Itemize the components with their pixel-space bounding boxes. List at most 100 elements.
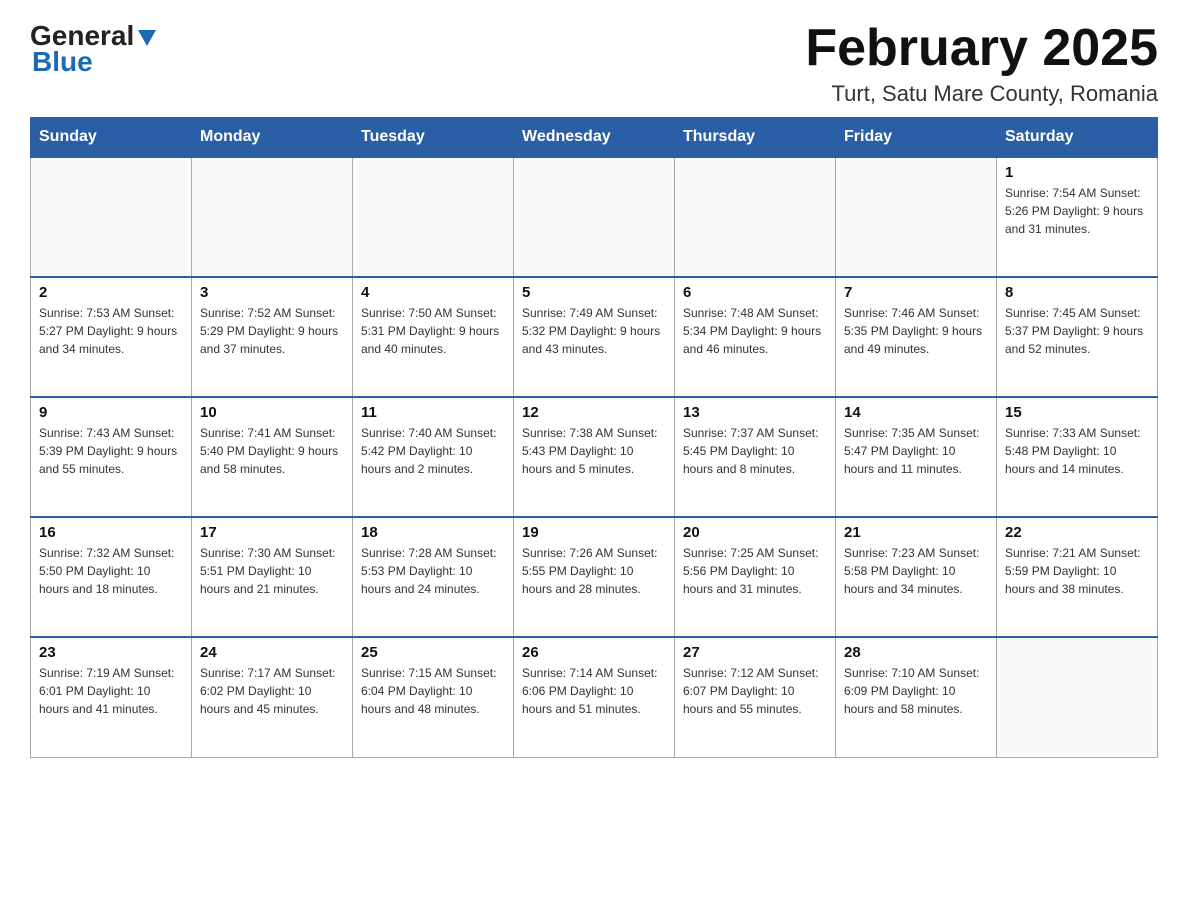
calendar-day-cell: 21 Sunrise: 7:23 AM Sunset: 5:58 PM Dayli… [836, 517, 997, 637]
calendar-day-cell: 4 Sunrise: 7:50 AM Sunset: 5:31 PM Daylig… [353, 277, 514, 397]
calendar-table: SundayMondayTuesdayWednesdayThursdayFrid… [30, 117, 1158, 758]
day-number: 12 [522, 404, 666, 421]
month-title: February 2025 [805, 20, 1158, 77]
day-info: Sunrise: 7:41 AM Sunset: 5:40 PM Dayligh… [200, 424, 344, 478]
day-info: Sunrise: 7:37 AM Sunset: 5:45 PM Dayligh… [683, 424, 827, 478]
day-info: Sunrise: 7:30 AM Sunset: 5:51 PM Dayligh… [200, 544, 344, 598]
calendar-day-cell [192, 157, 353, 277]
day-number: 14 [844, 404, 988, 421]
day-info: Sunrise: 7:38 AM Sunset: 5:43 PM Dayligh… [522, 424, 666, 478]
calendar-day-cell: 20 Sunrise: 7:25 AM Sunset: 5:56 PM Dayli… [675, 517, 836, 637]
calendar-day-cell [836, 157, 997, 277]
day-number: 24 [200, 644, 344, 661]
day-number: 20 [683, 524, 827, 541]
calendar-day-header: Thursday [675, 118, 836, 158]
day-number: 11 [361, 404, 505, 421]
calendar-week-row: 16Sunrise: 7:32 AM Sunset: 5:50 PM Dayli… [31, 517, 1158, 637]
day-info: Sunrise: 7:12 AM Sunset: 6:07 PM Dayligh… [683, 664, 827, 718]
calendar-day-cell: 9 Sunrise: 7:43 AM Sunset: 5:39 PM Daylig… [31, 397, 192, 517]
calendar-day-header: Tuesday [353, 118, 514, 158]
day-info: Sunrise: 7:28 AM Sunset: 5:53 PM Dayligh… [361, 544, 505, 598]
day-number: 28 [844, 644, 988, 661]
day-info: Sunrise: 7:45 AM Sunset: 5:37 PM Dayligh… [1005, 304, 1149, 358]
day-info: Sunrise: 7:40 AM Sunset: 5:42 PM Dayligh… [361, 424, 505, 478]
day-info: Sunrise: 7:19 AM Sunset: 6:01 PM Dayligh… [39, 664, 183, 718]
calendar-week-row: 1 Sunrise: 7:54 AM Sunset: 5:26 PM Daylig… [31, 157, 1158, 277]
day-info: Sunrise: 7:32 AM Sunset: 5:50 PM Dayligh… [39, 544, 183, 598]
day-info: Sunrise: 7:43 AM Sunset: 5:39 PM Dayligh… [39, 424, 183, 478]
title-section: February 2025 Turt, Satu Mare County, Ro… [805, 20, 1158, 107]
logo: General Blue [30, 20, 158, 78]
day-number: 5 [522, 284, 666, 301]
calendar-day-cell [514, 157, 675, 277]
calendar-day-cell: 5 Sunrise: 7:49 AM Sunset: 5:32 PM Daylig… [514, 277, 675, 397]
calendar-day-cell: 3Sunrise: 7:52 AM Sunset: 5:29 PM Daylig… [192, 277, 353, 397]
calendar-day-cell: 19 Sunrise: 7:26 AM Sunset: 5:55 PM Dayli… [514, 517, 675, 637]
calendar-day-header: Saturday [997, 118, 1158, 158]
day-number: 19 [522, 524, 666, 541]
calendar-week-row: 9 Sunrise: 7:43 AM Sunset: 5:39 PM Daylig… [31, 397, 1158, 517]
day-number: 23 [39, 644, 183, 661]
day-number: 26 [522, 644, 666, 661]
calendar-day-cell: 22Sunrise: 7:21 AM Sunset: 5:59 PM Dayli… [997, 517, 1158, 637]
day-info: Sunrise: 7:10 AM Sunset: 6:09 PM Dayligh… [844, 664, 988, 718]
day-number: 9 [39, 404, 183, 421]
calendar-day-cell: 28 Sunrise: 7:10 AM Sunset: 6:09 PM Dayli… [836, 637, 997, 757]
day-info: Sunrise: 7:33 AM Sunset: 5:48 PM Dayligh… [1005, 424, 1149, 478]
calendar-day-cell: 12 Sunrise: 7:38 AM Sunset: 5:43 PM Dayli… [514, 397, 675, 517]
calendar-day-cell: 6Sunrise: 7:48 AM Sunset: 5:34 PM Daylig… [675, 277, 836, 397]
day-info: Sunrise: 7:26 AM Sunset: 5:55 PM Dayligh… [522, 544, 666, 598]
calendar-header-row: SundayMondayTuesdayWednesdayThursdayFrid… [31, 118, 1158, 158]
day-number: 21 [844, 524, 988, 541]
calendar-week-row: 23 Sunrise: 7:19 AM Sunset: 6:01 PM Dayli… [31, 637, 1158, 757]
calendar-day-header: Sunday [31, 118, 192, 158]
day-info: Sunrise: 7:23 AM Sunset: 5:58 PM Dayligh… [844, 544, 988, 598]
calendar-day-cell: 11 Sunrise: 7:40 AM Sunset: 5:42 PM Dayli… [353, 397, 514, 517]
day-info: Sunrise: 7:25 AM Sunset: 5:56 PM Dayligh… [683, 544, 827, 598]
day-number: 17 [200, 524, 344, 541]
logo-triangle-icon [136, 26, 158, 48]
calendar-day-cell [31, 157, 192, 277]
calendar-day-cell: 8 Sunrise: 7:45 AM Sunset: 5:37 PM Daylig… [997, 277, 1158, 397]
calendar-day-cell: 10 Sunrise: 7:41 AM Sunset: 5:40 PM Dayli… [192, 397, 353, 517]
day-info: Sunrise: 7:50 AM Sunset: 5:31 PM Dayligh… [361, 304, 505, 358]
calendar-day-cell: 14 Sunrise: 7:35 AM Sunset: 5:47 PM Dayli… [836, 397, 997, 517]
calendar-day-cell: 24 Sunrise: 7:17 AM Sunset: 6:02 PM Dayli… [192, 637, 353, 757]
day-number: 3 [200, 284, 344, 301]
calendar-day-cell: 27Sunrise: 7:12 AM Sunset: 6:07 PM Dayli… [675, 637, 836, 757]
day-info: Sunrise: 7:46 AM Sunset: 5:35 PM Dayligh… [844, 304, 988, 358]
calendar-day-cell: 7 Sunrise: 7:46 AM Sunset: 5:35 PM Daylig… [836, 277, 997, 397]
day-info: Sunrise: 7:17 AM Sunset: 6:02 PM Dayligh… [200, 664, 344, 718]
day-number: 1 [1005, 164, 1149, 181]
calendar-day-cell: 2 Sunrise: 7:53 AM Sunset: 5:27 PM Daylig… [31, 277, 192, 397]
day-number: 8 [1005, 284, 1149, 301]
calendar-day-header: Friday [836, 118, 997, 158]
day-info: Sunrise: 7:15 AM Sunset: 6:04 PM Dayligh… [361, 664, 505, 718]
day-number: 10 [200, 404, 344, 421]
calendar-day-header: Monday [192, 118, 353, 158]
calendar-day-cell: 18 Sunrise: 7:28 AM Sunset: 5:53 PM Dayli… [353, 517, 514, 637]
day-info: Sunrise: 7:54 AM Sunset: 5:26 PM Dayligh… [1005, 184, 1149, 238]
page-header: General Blue February 2025 Turt, Satu Ma… [30, 20, 1158, 107]
location-title: Turt, Satu Mare County, Romania [805, 81, 1158, 107]
day-number: 13 [683, 404, 827, 421]
calendar-day-header: Wednesday [514, 118, 675, 158]
day-info: Sunrise: 7:49 AM Sunset: 5:32 PM Dayligh… [522, 304, 666, 358]
day-number: 7 [844, 284, 988, 301]
calendar-day-cell: 26Sunrise: 7:14 AM Sunset: 6:06 PM Dayli… [514, 637, 675, 757]
logo-blue-text: Blue [32, 46, 93, 78]
calendar-day-cell: 15 Sunrise: 7:33 AM Sunset: 5:48 PM Dayli… [997, 397, 1158, 517]
day-info: Sunrise: 7:53 AM Sunset: 5:27 PM Dayligh… [39, 304, 183, 358]
day-number: 4 [361, 284, 505, 301]
calendar-day-cell: 23 Sunrise: 7:19 AM Sunset: 6:01 PM Dayli… [31, 637, 192, 757]
day-number: 25 [361, 644, 505, 661]
day-info: Sunrise: 7:35 AM Sunset: 5:47 PM Dayligh… [844, 424, 988, 478]
calendar-day-cell: 1 Sunrise: 7:54 AM Sunset: 5:26 PM Daylig… [997, 157, 1158, 277]
calendar-day-cell: 16Sunrise: 7:32 AM Sunset: 5:50 PM Dayli… [31, 517, 192, 637]
day-info: Sunrise: 7:48 AM Sunset: 5:34 PM Dayligh… [683, 304, 827, 358]
day-number: 15 [1005, 404, 1149, 421]
calendar-day-cell: 13 Sunrise: 7:37 AM Sunset: 5:45 PM Dayli… [675, 397, 836, 517]
day-number: 2 [39, 284, 183, 301]
day-number: 18 [361, 524, 505, 541]
calendar-week-row: 2 Sunrise: 7:53 AM Sunset: 5:27 PM Daylig… [31, 277, 1158, 397]
